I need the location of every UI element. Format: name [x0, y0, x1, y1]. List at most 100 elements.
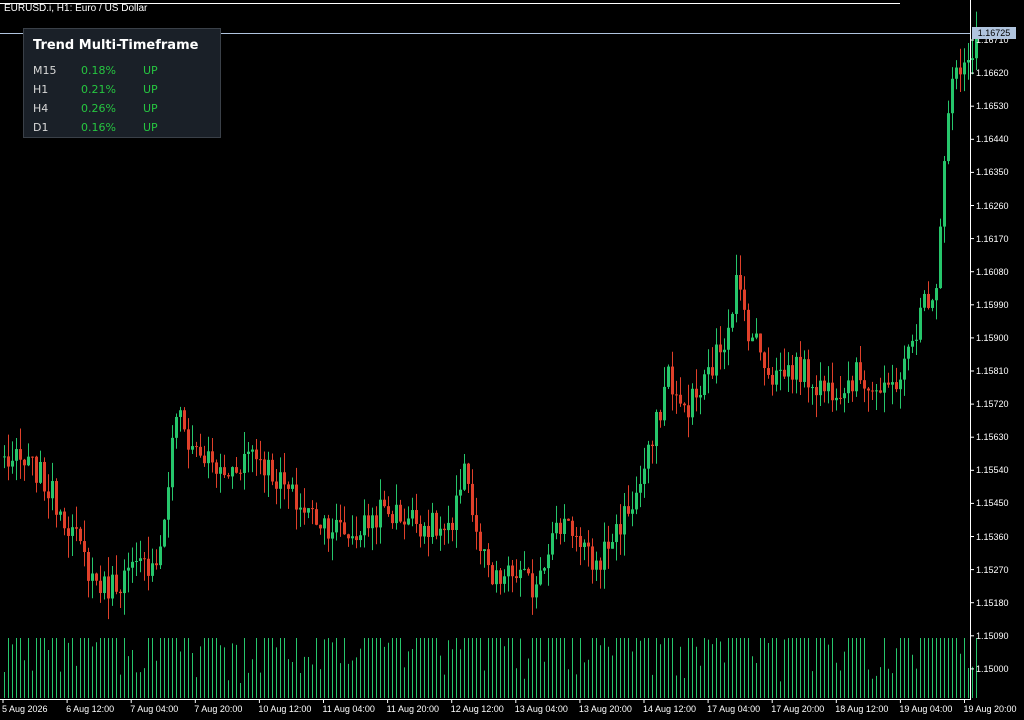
candle-body — [887, 382, 890, 385]
candle-body — [519, 569, 522, 579]
time-label: 13 Aug 20:00 — [578, 704, 632, 714]
time-label: 19 Aug 20:00 — [963, 704, 1017, 714]
candle — [947, 100, 950, 165]
price-label: 1.16170 — [976, 233, 1009, 244]
candle — [303, 488, 306, 525]
row-h4: H4 0.26% UP — [24, 102, 222, 120]
candle-body — [75, 527, 78, 529]
candle-body — [671, 366, 674, 395]
candle-body — [467, 463, 470, 484]
candle — [483, 549, 486, 568]
candle — [263, 451, 266, 493]
candle — [391, 510, 394, 529]
candle-body — [815, 387, 818, 396]
candle-body — [195, 446, 198, 448]
row-d1: D1 0.16% UP — [24, 121, 222, 139]
candle-body — [387, 506, 390, 515]
candle — [743, 276, 746, 322]
candle — [667, 364, 670, 390]
candle-body — [227, 475, 230, 477]
candle-body — [891, 382, 894, 385]
candle — [823, 375, 826, 403]
time-label: 13 Aug 04:00 — [514, 704, 568, 714]
candle-body — [835, 397, 838, 401]
candle-body — [867, 388, 870, 391]
candle — [487, 543, 490, 578]
candle-body — [627, 506, 630, 514]
candle — [755, 318, 758, 340]
candle-body — [3, 456, 6, 458]
candle-body — [55, 481, 58, 515]
candle-body — [91, 573, 94, 581]
candle-body — [459, 489, 462, 496]
timeframe-label: D1 — [33, 121, 49, 134]
candle-body — [471, 483, 474, 516]
candle-body — [151, 563, 154, 576]
candle — [343, 506, 346, 535]
symbol-title: EURUSD.i, H1: Euro / US Dollar — [4, 3, 148, 14]
chart-area[interactable]: EURUSD.i, H1: Euro / US Dollar 1.16710 1.… — [0, 0, 1024, 720]
bid-price-tag: 1.16725 — [972, 27, 1016, 39]
candle — [907, 344, 910, 371]
candle — [163, 518, 166, 548]
candle-body — [415, 510, 418, 524]
candle-body — [843, 393, 846, 399]
candle-body — [931, 300, 934, 308]
candle — [259, 440, 262, 475]
candle — [507, 556, 510, 592]
time-label: 19 Aug 04:00 — [899, 704, 953, 714]
price-label: 1.15090 — [976, 630, 1009, 641]
candle-body — [115, 574, 118, 592]
candle — [315, 502, 318, 526]
candle-body — [95, 573, 98, 581]
price-label: 1.16260 — [976, 200, 1009, 211]
candle-body — [87, 551, 90, 581]
candle — [859, 346, 862, 384]
candle-body — [27, 456, 30, 466]
candle-body — [783, 369, 786, 377]
candle-body — [727, 327, 730, 350]
candle — [671, 351, 674, 411]
candle — [443, 523, 446, 545]
candle — [479, 523, 482, 565]
candle — [587, 530, 590, 567]
candle — [299, 493, 302, 527]
candle — [331, 518, 334, 561]
candle — [43, 457, 46, 501]
candle — [19, 428, 22, 479]
candle-body — [19, 449, 22, 460]
candle-body — [431, 512, 434, 537]
candle-body — [411, 510, 414, 519]
candle — [631, 491, 634, 527]
candle — [327, 514, 330, 552]
candle-body — [647, 444, 650, 469]
time-label: 6 Aug 12:00 — [66, 704, 115, 714]
candle-body — [963, 62, 966, 75]
candle — [747, 303, 750, 351]
candle-body — [947, 113, 950, 162]
candle — [187, 418, 190, 469]
candle-body — [823, 380, 826, 392]
candle-body — [123, 570, 126, 594]
candle-body — [807, 359, 810, 388]
candle-body — [547, 554, 550, 569]
candle — [191, 425, 194, 454]
candle — [399, 499, 402, 524]
trend-panel[interactable]: Trend Multi-Timeframe M15 0.18% UP H1 0.… — [23, 28, 221, 138]
candle — [575, 527, 578, 552]
price-label: 1.16530 — [976, 101, 1009, 112]
candle-body — [427, 525, 430, 537]
candle — [63, 507, 66, 536]
candle — [691, 383, 694, 425]
candle — [659, 409, 662, 428]
candle — [431, 502, 434, 544]
candle — [711, 347, 714, 380]
candle — [379, 479, 382, 544]
candle — [751, 333, 754, 342]
candle — [679, 377, 682, 407]
candle-body — [771, 374, 774, 385]
candle — [643, 447, 646, 498]
candle-body — [219, 467, 222, 474]
candle — [171, 425, 174, 501]
candle — [615, 514, 618, 561]
